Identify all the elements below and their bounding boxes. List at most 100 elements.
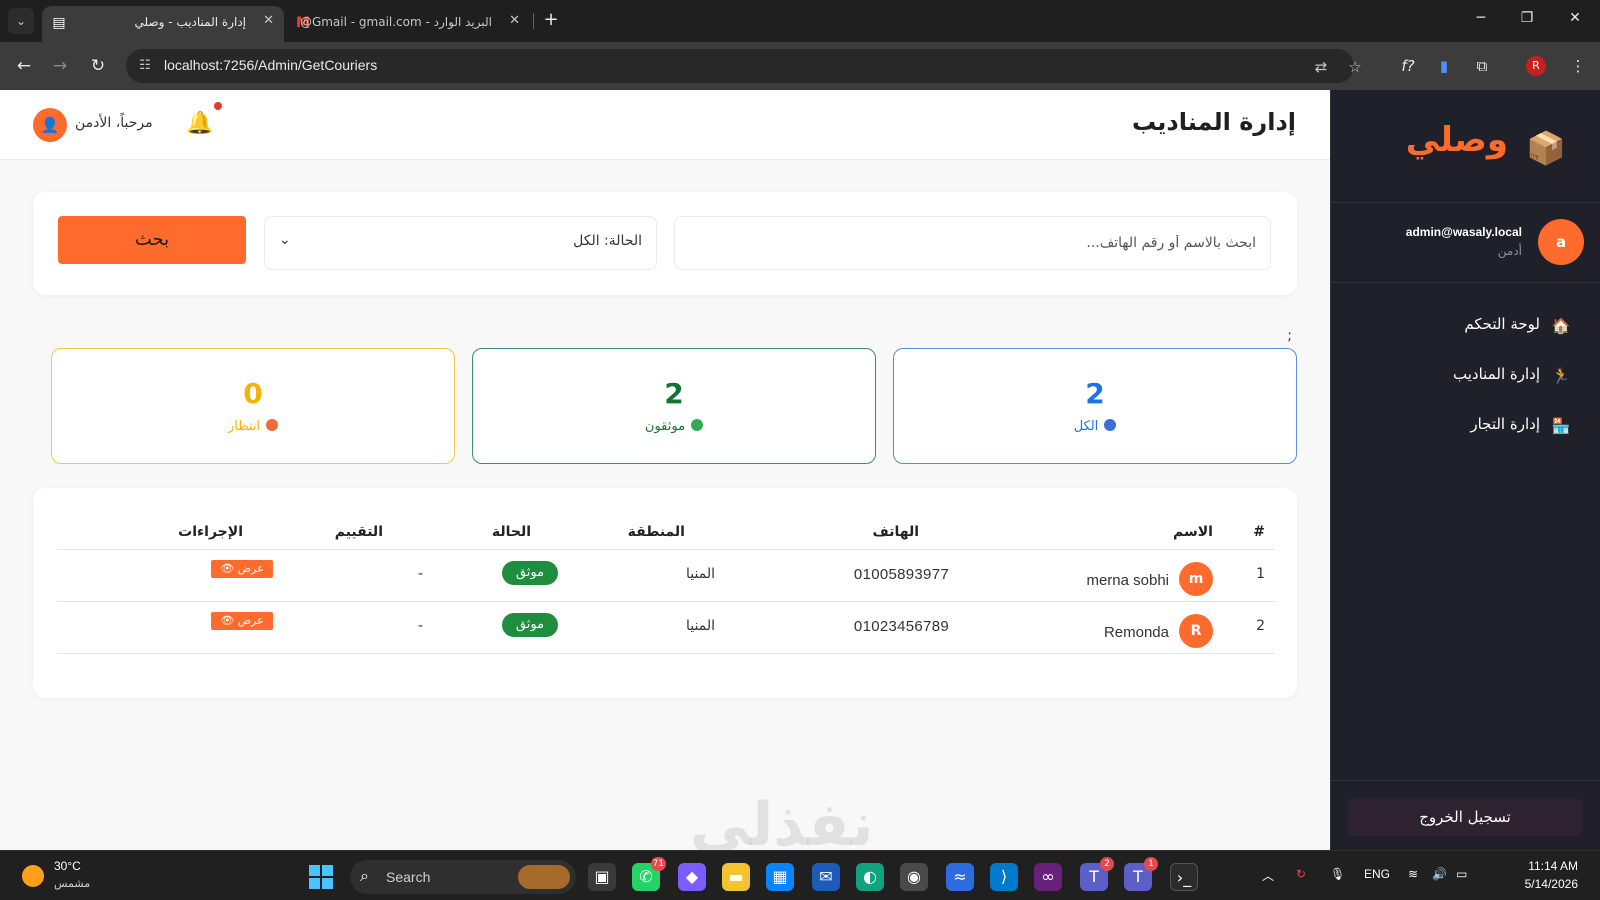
- taskbar-search[interactable]: ⌕ Search: [350, 860, 576, 894]
- sidebar-item-label: لوحة التحكم: [1464, 315, 1540, 333]
- user-email: admin@wasaly.local: [1405, 225, 1522, 239]
- translate-icon[interactable]: ⇄: [1310, 56, 1332, 78]
- browser-tabstrip: ⌄ ▤ إدارة المناديب - وصلي ✕ M البريد الو…: [0, 0, 1600, 42]
- url-text[interactable]: localhost:7256/Admin/GetCouriers: [164, 57, 377, 73]
- header-phone: الهاتف: [872, 524, 919, 540]
- tab-search-chevron-icon[interactable]: ⌄: [8, 8, 34, 34]
- search-input[interactable]: [674, 216, 1271, 270]
- profile-avatar[interactable]: R: [1526, 56, 1546, 76]
- stray-text: ;: [1287, 328, 1292, 344]
- search-highlight-image: [518, 865, 570, 889]
- task-view-icon[interactable]: ▣: [588, 863, 616, 891]
- close-tab-icon[interactable]: ✕: [509, 13, 520, 28]
- package-box-icon: 📦: [1526, 129, 1566, 167]
- sun-weather-icon[interactable]: [22, 865, 44, 887]
- volume-icon[interactable]: 🔊: [1432, 867, 1447, 881]
- stat-dot: [1104, 419, 1117, 431]
- courier-avatar: m: [1179, 562, 1213, 596]
- row-number: 2: [1256, 618, 1265, 634]
- minimize-icon[interactable]: ─: [1466, 10, 1496, 26]
- courier-region: المنيا: [686, 618, 715, 634]
- view-button[interactable]: عرض 👁: [211, 612, 273, 630]
- clock-date[interactable]: 5/14/2026: [1525, 877, 1578, 891]
- teams-badge: 2: [1100, 857, 1114, 871]
- sidebar-divider: [1330, 780, 1600, 781]
- teams-work-icon[interactable]: T1: [1124, 857, 1158, 891]
- weather-temperature[interactable]: 30°C: [54, 859, 81, 873]
- status-filter-select[interactable]: الحالة: الكل ⌄: [264, 216, 657, 270]
- sync-icon[interactable]: ↻: [1296, 867, 1306, 881]
- vs-installer-icon[interactable]: ≈: [946, 863, 974, 891]
- stat-label: الكل: [1073, 419, 1099, 434]
- tab-title: إدارة المناديب - وصلي: [134, 15, 247, 29]
- sidebar-item-couriers[interactable]: 🏃 إدارة المناديب: [1348, 358, 1578, 394]
- sidebar-item-label: إدارة التجار: [1470, 415, 1540, 433]
- stat-value: 0: [243, 377, 263, 410]
- tray-chevron-up-icon[interactable]: ︿: [1262, 867, 1274, 884]
- page-title: إدارة المناديب: [1132, 108, 1296, 136]
- header-region: المنطقة: [627, 524, 685, 540]
- bookmark-star-icon[interactable]: ☆: [1344, 56, 1366, 78]
- site-info-icon[interactable]: ☷: [134, 55, 156, 77]
- new-tab-plus-icon[interactable]: +: [540, 10, 562, 32]
- reload-icon[interactable]: ↻: [86, 54, 110, 78]
- mic-muted-icon[interactable]: 🎙: [1330, 867, 1345, 881]
- sidebar-item-dashboard[interactable]: 🏠 لوحة التحكم: [1348, 308, 1578, 344]
- view-button[interactable]: عرض 👁: [211, 560, 273, 578]
- vscode-icon[interactable]: ⟩: [990, 863, 1018, 891]
- terminal-icon[interactable]: ›_: [1170, 863, 1198, 891]
- store-icon: 🏪: [1551, 417, 1571, 435]
- extensions-puzzle-icon[interactable]: ⧉: [1470, 54, 1494, 78]
- restore-icon[interactable]: ❐: [1512, 10, 1542, 26]
- back-arrow-icon[interactable]: ←: [12, 54, 36, 78]
- courier-rating: -: [417, 618, 423, 634]
- close-window-icon[interactable]: ✕: [1560, 10, 1590, 26]
- page-icon: ▤: [52, 15, 66, 31]
- visual-studio-icon[interactable]: ∞: [1034, 863, 1062, 891]
- header-status: الحالة: [491, 524, 531, 540]
- browser-menu-icon[interactable]: ⋮: [1566, 54, 1590, 78]
- whatsapp-icon[interactable]: ✆ 71: [632, 857, 666, 891]
- formula-extension-icon[interactable]: f?: [1396, 54, 1420, 78]
- close-tab-icon[interactable]: ✕: [263, 13, 274, 28]
- sidebar-item-merchants[interactable]: 🏪 إدارة التجار: [1348, 408, 1578, 444]
- table-row: 2 R Remonda 01023456789 المنيا موثق - عر…: [57, 602, 1275, 654]
- courier-rating: -: [417, 566, 423, 582]
- brand-logo-text: وصلي: [1405, 120, 1508, 160]
- tab-couriers[interactable]: ▤ إدارة المناديب - وصلي ✕: [42, 6, 284, 42]
- stat-value: 2: [1085, 377, 1105, 410]
- chrome-icon[interactable]: ◉: [900, 863, 928, 891]
- address-bar[interactable]: ☷ localhost:7256/Admin/GetCouriers ⇄ ☆: [126, 49, 1362, 83]
- store-app-icon[interactable]: ▦: [766, 863, 794, 891]
- weather-condition[interactable]: مشمس: [54, 877, 90, 890]
- forward-arrow-icon[interactable]: →: [48, 54, 72, 78]
- copilot-icon[interactable]: ◆: [678, 863, 706, 891]
- stat-dot: [266, 419, 279, 431]
- header-name: الاسم: [1173, 524, 1213, 540]
- sidebar: 📦 وصلي a admin@wasaly.local أدمن 🏠 لوحة …: [1330, 90, 1600, 850]
- tab-gmail[interactable]: M البريد الوارد - Gmail - gmail.com@ ✕: [286, 6, 530, 42]
- teams-work-badge: 1: [1144, 857, 1158, 871]
- search-button[interactable]: بحث: [58, 216, 246, 264]
- teams-icon[interactable]: T2: [1080, 857, 1114, 891]
- courier-name: Remonda: [1103, 624, 1169, 641]
- stat-card-all: 2 الكل: [893, 348, 1297, 464]
- filter-card: الحالة: الكل ⌄ بحث: [33, 192, 1297, 295]
- windows-start-icon[interactable]: [309, 865, 333, 889]
- clock-time[interactable]: 11:14 AM: [1528, 859, 1578, 873]
- app-viewport: 📦 وصلي a admin@wasaly.local أدمن 🏠 لوحة …: [0, 90, 1600, 850]
- outlook-icon[interactable]: ✉: [812, 863, 840, 891]
- logout-button[interactable]: تسجيل الخروج: [1348, 798, 1582, 836]
- docs-extension-icon[interactable]: ▮: [1432, 54, 1456, 78]
- user-avatar-icon[interactable]: 👤: [33, 108, 67, 142]
- file-explorer-icon[interactable]: ▬: [722, 863, 750, 891]
- row-number: 1: [1256, 566, 1265, 582]
- battery-icon[interactable]: ▭: [1456, 867, 1467, 881]
- language-indicator[interactable]: ENG: [1364, 867, 1390, 881]
- edge-icon[interactable]: ◐: [856, 863, 884, 891]
- wifi-icon[interactable]: ≋: [1408, 867, 1418, 881]
- user-avatar: a: [1538, 219, 1584, 265]
- notification-bell-icon[interactable]: 🔔: [186, 110, 214, 138]
- taskbar-search-label: Search: [386, 869, 431, 885]
- table-header: # الاسم الهاتف المنطقة الحالة التقييم ال…: [57, 514, 1275, 550]
